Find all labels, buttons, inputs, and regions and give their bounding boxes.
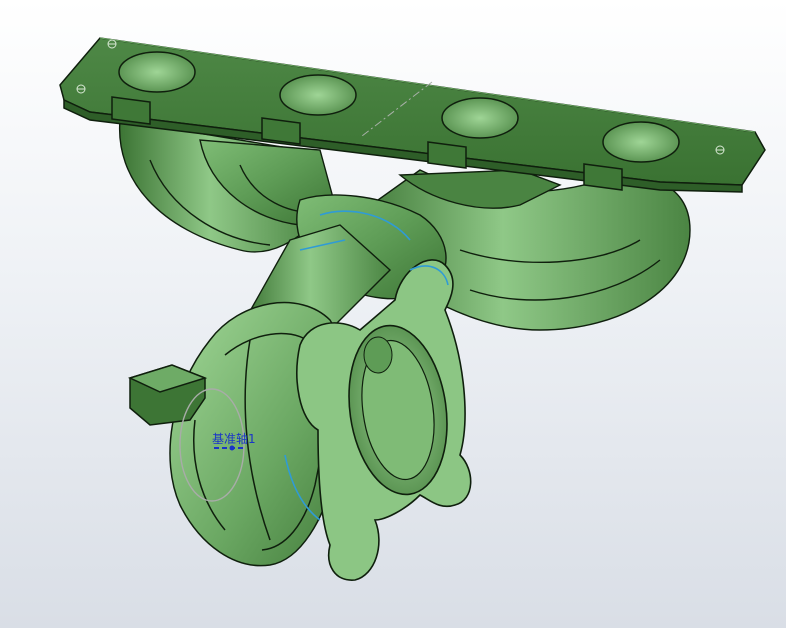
3d-viewport[interactable]: 基准轴1 [0, 0, 786, 628]
datum-axis-label[interactable]: 基准轴1 [212, 430, 256, 447]
port-hole-3[interactable] [441, 97, 519, 139]
port-hole-4[interactable] [602, 121, 680, 163]
port-hole-2[interactable] [279, 74, 357, 116]
port-hole-1[interactable] [118, 51, 196, 93]
exhaust-manifold-model[interactable] [0, 0, 786, 628]
